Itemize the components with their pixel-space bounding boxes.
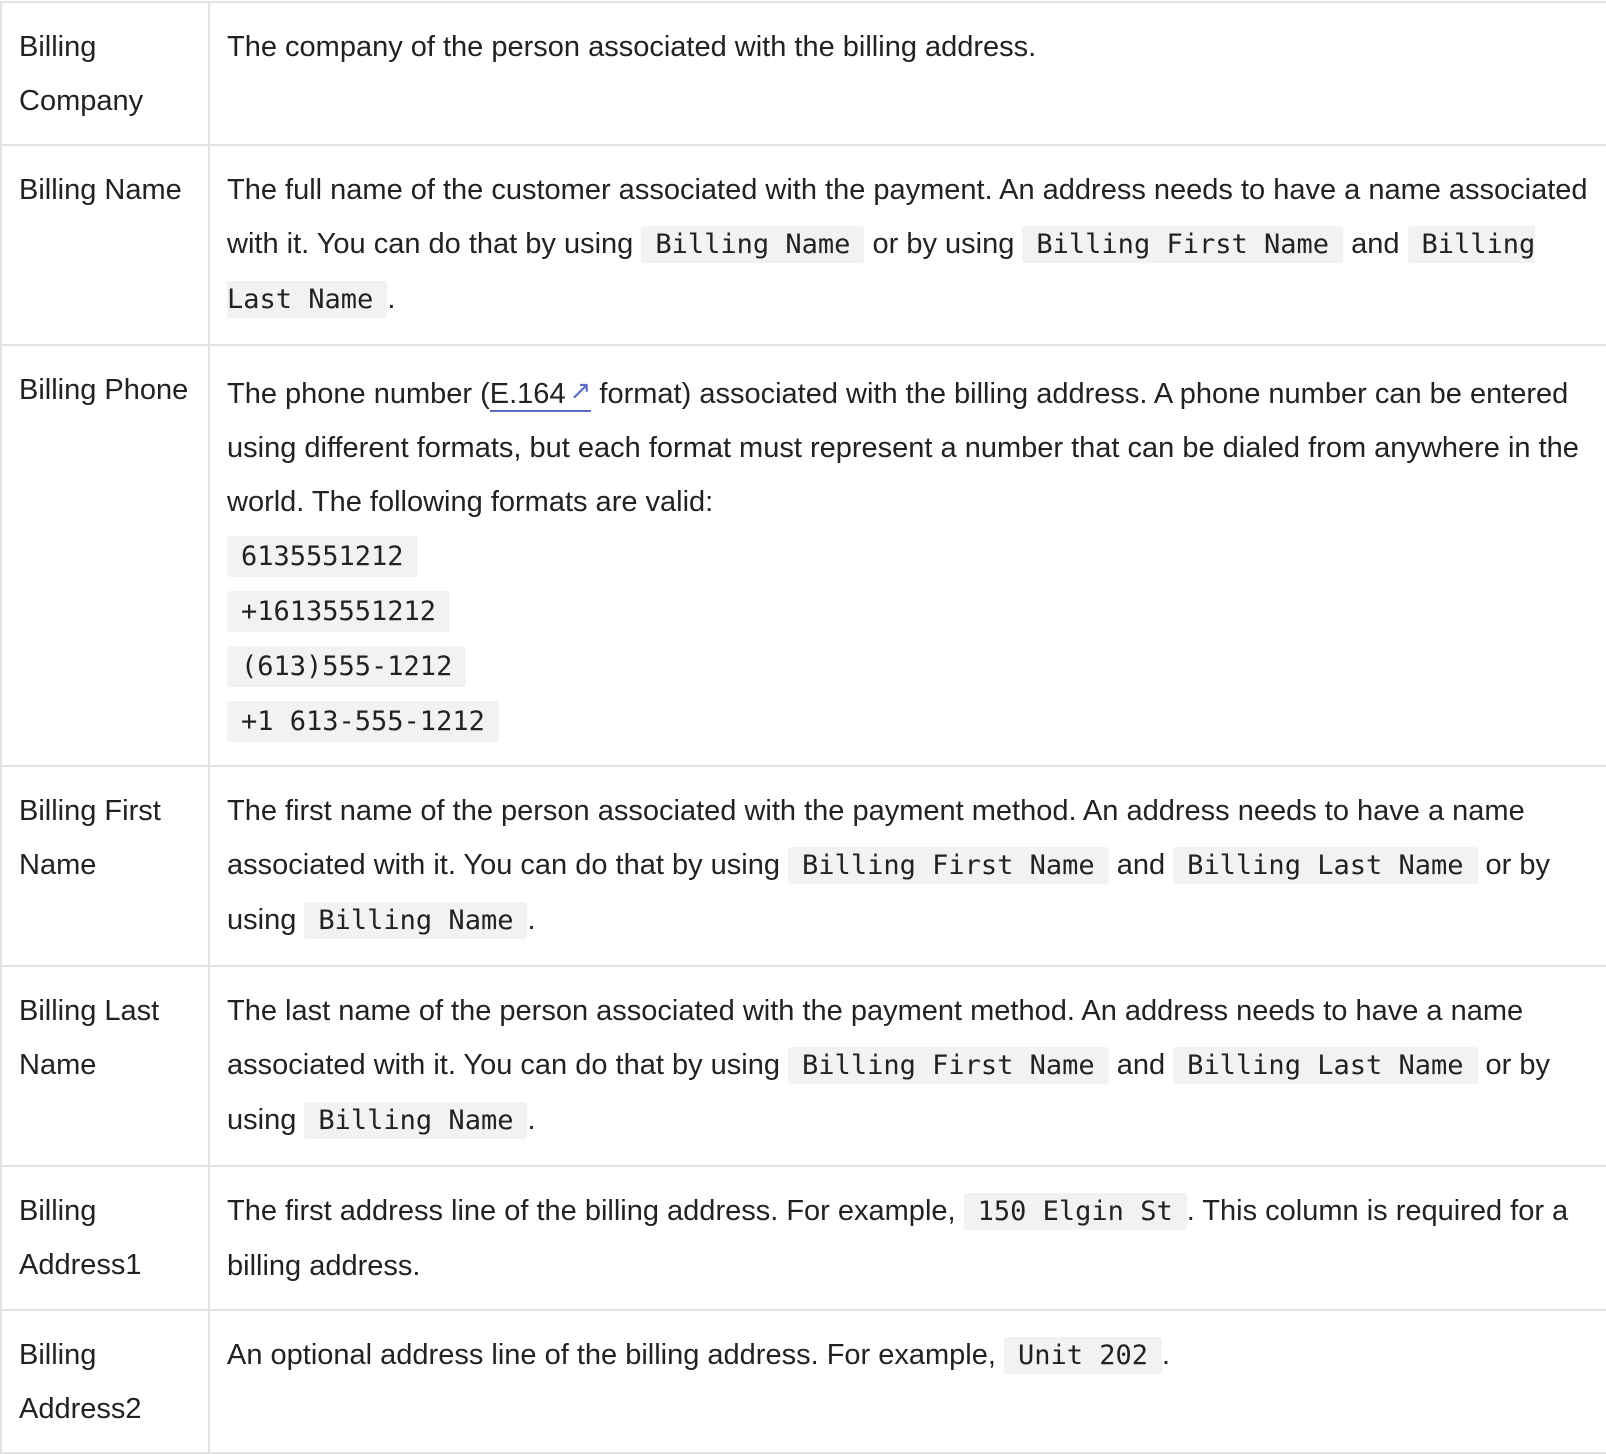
column-name: Billing Address1 bbox=[0, 1165, 210, 1311]
phone-format: 6135551212 bbox=[227, 529, 1592, 584]
column-name: Billing Address2 bbox=[0, 1309, 210, 1454]
column-name: Billing Name bbox=[0, 144, 210, 346]
code-snippet: Billing Last Name bbox=[1173, 1047, 1478, 1084]
column-name: Billing Company bbox=[0, 1, 210, 146]
column-name: Billing Last Name bbox=[0, 965, 210, 1167]
table-row: Billing Phone The phone number (E.164 ↗︎ … bbox=[0, 344, 1606, 767]
code-snippet: Billing First Name bbox=[1022, 226, 1344, 263]
table-row: Billing Name The full name of the custom… bbox=[0, 144, 1606, 346]
code-snippet: 150 Elgin St bbox=[963, 1193, 1187, 1230]
table-row: Billing Address1 The first address line … bbox=[0, 1165, 1606, 1311]
external-link-icon: ↗︎ bbox=[569, 375, 592, 405]
billing-columns-table: Billing Company The company of the perso… bbox=[0, 1, 1606, 1454]
column-description: The first address line of the billing ad… bbox=[208, 1165, 1606, 1311]
description-text: and bbox=[1108, 1049, 1174, 1081]
table-row: Billing First Name The first name of the… bbox=[0, 765, 1606, 967]
column-description: The company of the person associated wit… bbox=[208, 1, 1606, 146]
code-snippet: 6135551212 bbox=[227, 536, 418, 577]
code-snippet: Billing Name bbox=[304, 902, 528, 939]
code-snippet: (613)555-1212 bbox=[227, 646, 467, 687]
code-snippet: +1 613-555-1212 bbox=[227, 701, 499, 742]
phone-format: +16135551212 bbox=[227, 584, 1592, 639]
phone-format: (613)555-1212 bbox=[227, 639, 1592, 694]
description-text: . bbox=[527, 904, 536, 936]
description-text: . bbox=[527, 1104, 536, 1136]
column-description: The first name of the person associated … bbox=[208, 765, 1606, 967]
code-snippet: Billing Last Name bbox=[1173, 847, 1478, 884]
description-text: . bbox=[1162, 1339, 1171, 1371]
description-text: or by using bbox=[864, 228, 1023, 260]
table-row: Billing Address2 An optional address lin… bbox=[0, 1309, 1606, 1454]
column-description: An optional address line of the billing … bbox=[208, 1309, 1606, 1454]
code-snippet: Billing First Name bbox=[788, 1047, 1109, 1084]
code-snippet: Billing Name bbox=[641, 226, 865, 263]
column-description: The phone number (E.164 ↗︎ format) associ… bbox=[208, 344, 1606, 767]
column-name: Billing First Name bbox=[0, 765, 210, 967]
table-row: Billing Company The company of the perso… bbox=[0, 1, 1606, 146]
code-snippet: Unit 202 bbox=[1004, 1337, 1163, 1374]
table-row: Billing Last Name The last name of the p… bbox=[0, 965, 1606, 1167]
column-description: The full name of the customer associated… bbox=[208, 144, 1606, 346]
description-text: and bbox=[1343, 228, 1408, 260]
description-text: and bbox=[1108, 849, 1174, 881]
description-text: The company of the person associated wit… bbox=[227, 31, 1037, 63]
description-text: An optional address line of the billing … bbox=[227, 1339, 1004, 1371]
code-snippet: +16135551212 bbox=[227, 591, 451, 632]
description-text: . bbox=[387, 283, 396, 315]
link-text[interactable]: E.164 bbox=[490, 378, 566, 410]
column-name: Billing Phone bbox=[0, 344, 210, 767]
e164-link[interactable]: E.164 ↗︎ bbox=[489, 375, 592, 412]
description-text: The phone number ( bbox=[227, 378, 490, 410]
code-snippet: Billing First Name bbox=[788, 847, 1109, 884]
code-snippet: Billing Name bbox=[304, 1102, 528, 1139]
column-description: The last name of the person associated w… bbox=[208, 965, 1606, 1167]
phone-format: +1 613-555-1212 bbox=[227, 694, 1592, 749]
description-text: The first address line of the billing ad… bbox=[227, 1195, 964, 1227]
